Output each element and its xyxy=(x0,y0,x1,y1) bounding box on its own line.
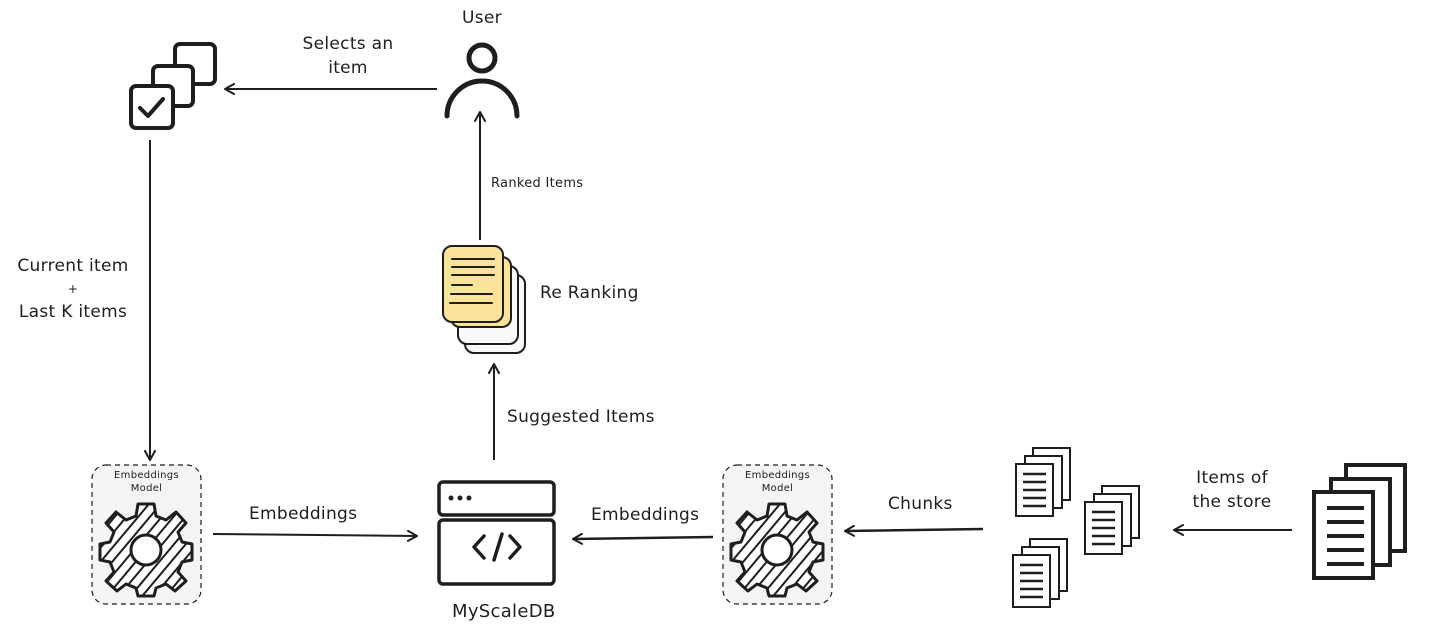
last-k-items-line: Last K items xyxy=(18,302,128,322)
embeddings-model-left-line1: Embeddings xyxy=(114,470,179,481)
embeddings-model-right-line2: Model xyxy=(761,483,794,494)
selects-item-line1: Selects an xyxy=(302,34,394,54)
stacked-documents-icon xyxy=(442,245,526,354)
gear-icon xyxy=(729,502,825,598)
suggested-items-label: Suggested Items xyxy=(507,407,655,427)
ranked-items-label: Ranked Items xyxy=(491,176,584,191)
items-of-store-label: Items of the store xyxy=(1176,466,1288,514)
document-stacks-icon xyxy=(1012,447,1140,608)
code-window-icon xyxy=(437,480,556,586)
current-last-k-label: Current item + Last K items xyxy=(0,254,146,324)
arrow-embeddings-right xyxy=(572,532,714,545)
items-of-store-line1: Items of xyxy=(1196,468,1268,488)
plus-line: + xyxy=(67,282,79,296)
chunks-label: Chunks xyxy=(888,494,953,514)
arrow-chunks xyxy=(844,524,984,537)
checklist-stack-icon xyxy=(129,42,217,130)
embeddings-model-left-line2: Model xyxy=(130,483,163,494)
embeddings-model-left-label: Embeddings Model xyxy=(100,469,193,495)
gear-icon xyxy=(98,502,194,598)
current-item-line: Current item xyxy=(17,256,129,276)
selects-item-label: Selects an item xyxy=(288,32,408,80)
embeddings-model-right-line1: Embeddings xyxy=(745,470,810,481)
re-ranking-label: Re Ranking xyxy=(540,283,639,303)
user-icon xyxy=(444,42,520,119)
embeddings-left-label: Embeddings xyxy=(249,504,358,524)
document-stack-icon xyxy=(1312,463,1407,580)
items-of-store-line2: the store xyxy=(1192,492,1272,512)
selects-item-line2: item xyxy=(328,58,368,78)
embeddings-right-label: Embeddings xyxy=(591,505,700,525)
user-label: User xyxy=(462,8,502,28)
arrow-embeddings-left xyxy=(212,529,418,542)
myscaledb-label: MyScaleDB xyxy=(452,601,556,622)
embeddings-model-right-label: Embeddings Model xyxy=(731,469,824,495)
